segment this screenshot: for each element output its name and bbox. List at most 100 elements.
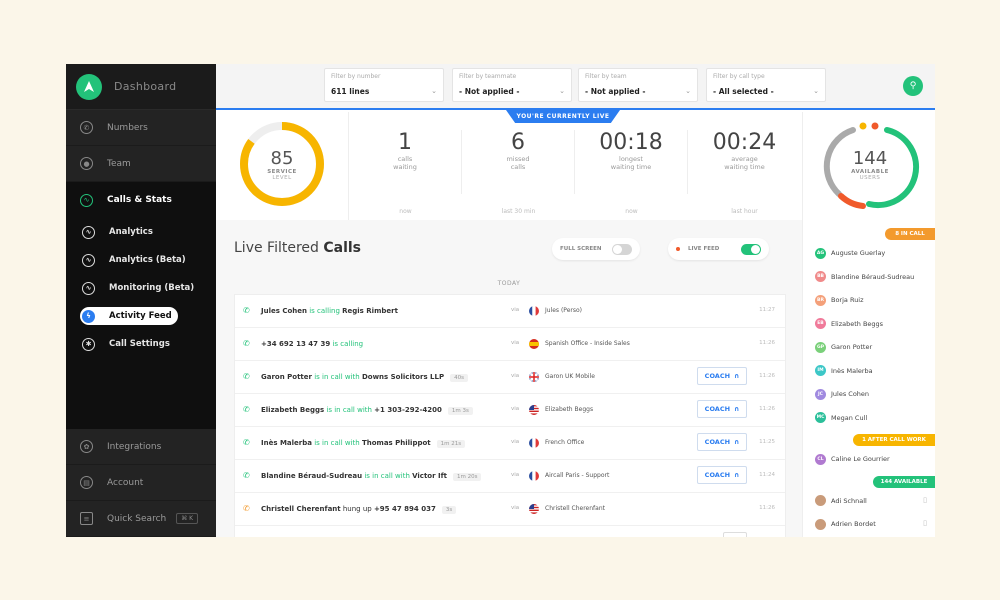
status-badge: 1 AFTER CALL WORK bbox=[853, 434, 935, 446]
status-badge: 8 IN CALL bbox=[885, 228, 935, 240]
callee-name: +1 303-292-4200 bbox=[374, 406, 442, 414]
sidebar-item-analytics[interactable]: ∿ Analytics bbox=[66, 218, 216, 246]
filter-value: - All selected - bbox=[713, 87, 774, 96]
phone-call-icon: ✆ bbox=[243, 471, 250, 480]
user-name: Borja Ruiz bbox=[831, 296, 864, 304]
users-value: 144 bbox=[852, 148, 888, 169]
list-item[interactable]: AG Auguste Guerlay bbox=[815, 246, 885, 260]
sidebar-item-label: Activity Feed bbox=[109, 311, 172, 321]
full-screen-toggle[interactable]: FULL SCREEN bbox=[552, 238, 640, 260]
list-item[interactable]: JC Jules Cohen bbox=[815, 387, 869, 401]
avatar: MC bbox=[815, 412, 826, 423]
phone-call-icon: ✆ bbox=[243, 339, 250, 348]
coach-button[interactable]: COACH ∩ bbox=[697, 433, 747, 451]
table-row[interactable]: ✆ Christell Cherenfant hung up +95 47 894… bbox=[235, 493, 785, 526]
call-duration: 1m 3s bbox=[447, 407, 473, 415]
live-feed-toggle[interactable]: LIVE FEED bbox=[668, 238, 770, 260]
kpi-label: missed bbox=[506, 155, 530, 163]
sidebar-group-calls-stats: ∿ Calls & Stats ∿ Analytics ∿ Analytics … bbox=[66, 182, 216, 430]
filter-number-select[interactable]: Filter by number 611 lines ⌄ bbox=[324, 68, 444, 102]
line-name: Christell Cherenfant bbox=[545, 505, 605, 512]
list-item[interactable]: IM Inès Malerba bbox=[815, 364, 873, 378]
integrations-icon: ✿ bbox=[80, 440, 93, 453]
page-title-light: Live Filtered bbox=[234, 240, 319, 256]
location-pin-icon[interactable]: ⚲ bbox=[903, 76, 923, 96]
coach-button[interactable]: COACH ∩ bbox=[697, 367, 747, 385]
phone-device-icon: ▯ bbox=[923, 519, 927, 527]
avatar: CL bbox=[815, 453, 826, 465]
table-row[interactable]: ✆Christell Cherenfant called +1 973-229-… bbox=[235, 526, 785, 537]
play-recording-button[interactable]: ▶ bbox=[723, 532, 747, 537]
call-time: 11:24 bbox=[759, 472, 775, 478]
table-row[interactable]: ✆ Blandine Béraud-Sudreau is in call with… bbox=[235, 460, 785, 493]
switch-on[interactable] bbox=[741, 243, 762, 255]
via-label: via bbox=[511, 439, 520, 445]
sidebar-item-quick-search[interactable]: ≡ Quick Search ⌘ K bbox=[66, 501, 216, 537]
coach-label: COACH bbox=[704, 405, 731, 413]
sidebar-item-account[interactable]: ▤ Account bbox=[66, 465, 216, 501]
sidebar-item-call-settings[interactable]: ✱ Call Settings bbox=[66, 330, 216, 358]
list-item[interactable]: GP Garon Potter bbox=[815, 340, 872, 354]
avatar: EB bbox=[815, 318, 826, 329]
line-name: French Office bbox=[545, 439, 585, 446]
user-name: Auguste Guerlay bbox=[831, 249, 886, 257]
filter-call-type-select[interactable]: Filter by call type - All selected - ⌄ bbox=[706, 68, 826, 102]
filter-team-select[interactable]: Filter by team - Not applied - ⌄ bbox=[578, 68, 698, 102]
shortcut-hint: ⌘ K bbox=[176, 513, 199, 524]
line-name: Garon UK Mobile bbox=[545, 373, 595, 380]
chevron-down-icon: ⌄ bbox=[813, 87, 819, 95]
flag-us-icon bbox=[529, 405, 539, 415]
switch-off[interactable] bbox=[611, 243, 632, 255]
coach-label: COACH bbox=[704, 438, 731, 446]
list-item[interactable]: Adi Schnall bbox=[815, 494, 867, 508]
kpi-period: now bbox=[399, 208, 412, 215]
page-title-bold: Calls bbox=[323, 240, 362, 256]
table-row[interactable]: ✆ Garon Potter is in call with Downs Soli… bbox=[235, 361, 785, 394]
call-status: is in call with bbox=[362, 472, 413, 480]
line-name: Aircall Paris - Support bbox=[545, 472, 610, 479]
toggle-label: LIVE FEED bbox=[688, 246, 720, 252]
list-item[interactable]: EB Elizabeth Beggs bbox=[815, 317, 883, 331]
sidebar-item-activity-feed[interactable]: ϟ Activity Feed bbox=[66, 302, 216, 330]
table-row[interactable]: ✆ Jules Cohen is calling Regis Rimbert via… bbox=[235, 295, 785, 328]
line-name: Spanish Office - Inside Sales bbox=[545, 340, 630, 347]
sidebar-item-monitoring-beta[interactable]: ∿ Monitoring (Beta) bbox=[66, 274, 216, 302]
filter-teammate-select[interactable]: Filter by teammate - Not applied - ⌄ bbox=[452, 68, 572, 102]
list-item[interactable]: MC Megan Cull bbox=[815, 411, 867, 425]
call-description: Elizabeth Beggs is in call with +1 303-2… bbox=[261, 406, 473, 415]
call-time: 11:26 bbox=[759, 406, 775, 412]
user-name: Megan Cull bbox=[831, 413, 868, 422]
headset-icon: ∩ bbox=[734, 372, 740, 380]
avatar: GP bbox=[815, 341, 826, 353]
table-row[interactable]: ✆ Inès Malerba is in call with Thomas Phi… bbox=[235, 427, 785, 460]
kpi-period: last hour bbox=[731, 208, 758, 215]
sidebar-item-analytics-beta[interactable]: ∿ Analytics (Beta) bbox=[66, 246, 216, 274]
sidebar-item-integrations[interactable]: ✿ Integrations bbox=[66, 429, 216, 465]
sidebar-item-numbers[interactable]: ✆ Numbers bbox=[66, 110, 216, 146]
sidebar: Dashboard ✆ Numbers ● Team ∿ Calls & Sta… bbox=[66, 64, 216, 537]
via-label: via bbox=[511, 472, 520, 478]
line-name: Jules (Perso) bbox=[545, 307, 583, 314]
caller-name: Elizabeth Beggs bbox=[261, 406, 325, 414]
list-item[interactable]: Adrien Bordet bbox=[815, 517, 876, 531]
phone-call-icon: ✆ bbox=[243, 405, 250, 414]
sidebar-item-team[interactable]: ● Team bbox=[66, 146, 216, 182]
table-row[interactable]: ✆ +34 692 13 47 39 is calling via Spanish O… bbox=[235, 328, 785, 361]
call-description: Jules Cohen is calling Regis Rimbert bbox=[261, 307, 398, 315]
coach-button[interactable]: COACH ∩ bbox=[697, 466, 747, 484]
phone-call-icon: ✆ bbox=[243, 438, 250, 447]
kpi-label: waiting time bbox=[610, 163, 652, 171]
list-item[interactable]: BB Blandine Béraud-Sudreau bbox=[815, 270, 914, 284]
coach-button[interactable]: COACH ∩ bbox=[697, 400, 747, 418]
caller-name: +34 692 13 47 39 bbox=[261, 340, 331, 348]
list-item[interactable]: BR Borja Ruiz bbox=[815, 293, 864, 307]
account-icon: ▤ bbox=[80, 476, 93, 489]
sidebar-brand[interactable]: Dashboard bbox=[66, 64, 216, 110]
live-dot-icon bbox=[676, 247, 680, 251]
lightning-icon: ϟ bbox=[82, 309, 95, 323]
table-row[interactable]: ✆ Elizabeth Beggs is in call with +1 303-… bbox=[235, 394, 785, 427]
sidebar-item-label: Monitoring (Beta) bbox=[109, 283, 195, 293]
list-item[interactable]: CL Caline Le Gourrier bbox=[815, 452, 890, 466]
call-time: 11:26 bbox=[759, 340, 775, 346]
sidebar-item-calls-stats[interactable]: ∿ Calls & Stats bbox=[66, 182, 216, 218]
